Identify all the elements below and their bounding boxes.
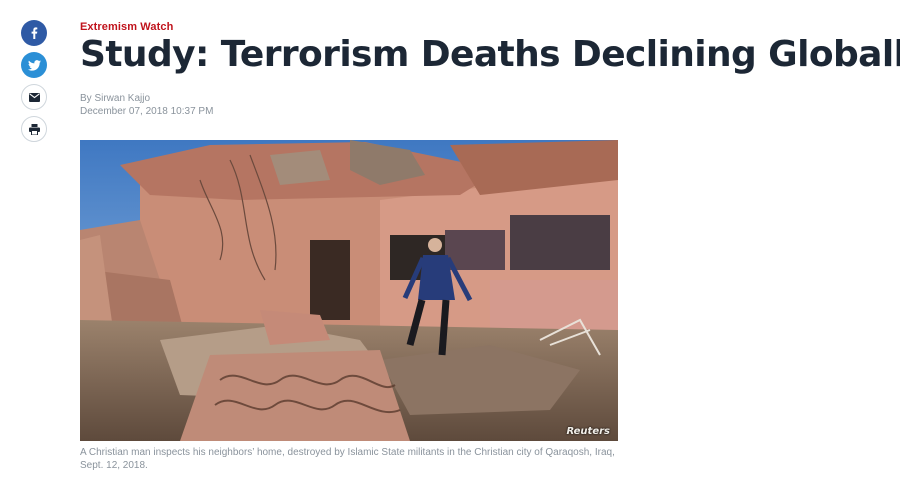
section-kicker-link[interactable]: Extremism Watch [80,20,880,34]
facebook-share-button[interactable] [21,20,47,46]
envelope-icon [28,92,40,102]
article-header: Extremism Watch Study: Terrorism Deaths … [80,20,900,118]
printer-icon [28,123,40,135]
email-share-button[interactable] [21,84,47,110]
twitter-icon [27,59,41,71]
publish-date: December 07, 2018 10:37 PM [80,106,214,117]
share-rail [21,20,47,148]
author-byline: By Sirwan Kajjo [80,93,151,104]
facebook-icon [31,27,38,39]
article-headline: Study: Terrorism Deaths Declining Global… [80,34,900,75]
twitter-share-button[interactable] [21,52,47,78]
ruined-house-photo [80,140,618,441]
photo-caption: A Christian man inspects his neighbors’ … [80,447,615,471]
article-photo: Reuters [80,140,618,441]
print-button[interactable] [21,116,47,142]
photo-credit: Reuters [566,426,610,437]
